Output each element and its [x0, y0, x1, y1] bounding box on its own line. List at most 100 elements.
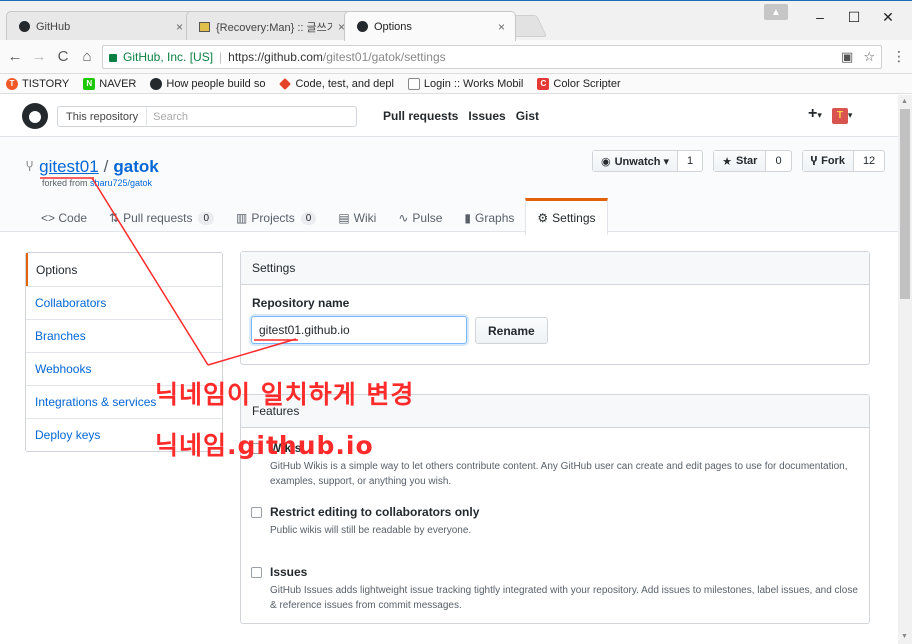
create-new-icon[interactable]: +▾: [808, 105, 822, 123]
tab-close-icon[interactable]: ×: [176, 20, 183, 34]
github-icon: [357, 21, 368, 32]
github-header: This repository Search Pull requests Iss…: [0, 95, 898, 137]
star-button[interactable]: ★ Star 0: [713, 150, 792, 172]
tab-wiki[interactable]: ▤ Wiki: [327, 204, 387, 232]
tab-code[interactable]: <> Code: [30, 204, 98, 232]
fork-count[interactable]: 12: [852, 151, 884, 171]
tab-settings[interactable]: ⚙ Settings: [525, 198, 608, 235]
watch-button[interactable]: ◉ Unwatch ▾ 1: [592, 150, 704, 172]
restrict-editing-checkbox[interactable]: [251, 506, 262, 518]
page-viewport: This repository Search Pull requests Iss…: [0, 95, 898, 644]
issues-checkbox[interactable]: [251, 566, 262, 578]
repo-owner-link[interactable]: gitest01: [39, 157, 99, 177]
home-icon[interactable]: ⌂: [78, 48, 96, 66]
bookmark-color-scripter[interactable]: C Color Scripter: [537, 77, 621, 90]
settings-heading: Settings: [241, 252, 869, 285]
annotation-text-2: 닉네임.github.io: [155, 431, 374, 460]
browser-tab-recovery[interactable]: {Recovery:Man} :: 글쓰기 ×: [186, 11, 356, 41]
bookmarks-bar: T TISTORY N NAVER How people build so Co…: [0, 74, 912, 94]
github-icon: [19, 21, 30, 32]
feature-restrict-editing: Restrict editing to collaborators only P…: [251, 505, 860, 538]
back-icon[interactable]: ←: [6, 48, 24, 66]
repo-name-label: Repository name: [252, 296, 350, 310]
search-scope: This repository: [58, 107, 148, 126]
page-icon: [407, 77, 420, 90]
repo-name-input[interactable]: [251, 316, 467, 344]
bookmark-naver[interactable]: N NAVER: [83, 77, 137, 90]
page-scrollbar[interactable]: ▲ ▼: [898, 95, 912, 644]
repo-name-link[interactable]: gatok: [113, 157, 158, 177]
feature-title: Restrict editing to collaborators only: [270, 505, 480, 519]
sidebar-item-collaborators[interactable]: Collaborators: [26, 286, 222, 319]
user-menu[interactable]: T ▾: [831, 105, 852, 124]
repo-title: Ⴤ gitest01 / gatok: [26, 157, 159, 177]
browser-tab-github[interactable]: GitHub ×: [6, 11, 194, 41]
feature-title: Issues: [270, 565, 308, 579]
scroll-up-icon[interactable]: ▲: [901, 98, 908, 105]
github-logo-icon[interactable]: [22, 103, 48, 129]
bookmark-label: TISTORY: [22, 77, 70, 90]
tistory-icon: T: [6, 77, 18, 90]
sidebar-item-branches[interactable]: Branches: [26, 319, 222, 352]
watch-label: Unwatch ▾: [614, 155, 670, 168]
bookmark-works-mobile[interactable]: Login :: Works Mobil: [407, 77, 524, 90]
tab-graphs[interactable]: ▮ Graphs: [453, 204, 525, 232]
pulse-icon: ∿: [398, 211, 409, 225]
browser-tab-options[interactable]: Options ×: [344, 11, 516, 41]
close-window-button[interactable]: ✕: [866, 5, 910, 29]
bookmark-label: How people build so: [166, 77, 266, 90]
graph-icon: ▮: [464, 211, 472, 225]
security-label: GitHub, Inc. [US]: [123, 50, 214, 64]
nav-pull-requests[interactable]: Pull requests: [383, 109, 458, 123]
profile-icon[interactable]: ▲: [764, 4, 788, 20]
browser-menu-icon[interactable]: ⋮: [892, 48, 906, 65]
bookmark-gitlab[interactable]: Code, test, and depl: [279, 78, 394, 90]
search-input[interactable]: This repository Search: [57, 106, 357, 127]
star-count[interactable]: 0: [765, 151, 790, 171]
forward-icon[interactable]: →: [30, 48, 48, 66]
scroll-down-icon[interactable]: ▼: [901, 633, 908, 640]
bookmark-label: Login :: Works Mobil: [423, 77, 524, 90]
scroll-thumb[interactable]: [900, 109, 910, 299]
bookmark-label: Color Scripter: [553, 77, 621, 90]
tab-pull-requests[interactable]: ⇅ Pull requests 0: [98, 204, 225, 232]
repo-title-separator: /: [103, 157, 109, 176]
bookmark-github[interactable]: How people build so: [150, 77, 266, 90]
tab-title: GitHub: [36, 20, 71, 33]
annotation-text-1: 닉네임이 일치하게 변경: [155, 380, 415, 409]
github-icon: [150, 77, 163, 90]
avatar: T: [831, 107, 848, 124]
feature-description: Public wikis will still be readable by e…: [270, 525, 472, 536]
feature-issues: Issues GitHub Issues adds lightweight is…: [251, 565, 860, 613]
tab-title: {Recovery:Man} :: 글쓰기: [216, 21, 332, 34]
forked-from-link[interactable]: sharu725/gatok: [90, 178, 152, 188]
tab-label: Pulse: [412, 211, 443, 225]
watch-count[interactable]: 1: [677, 151, 702, 171]
tab-label: Projects: [251, 211, 295, 225]
translate-icon[interactable]: ▣: [841, 49, 853, 65]
fork-button[interactable]: Ⴤ Fork 12: [801, 150, 886, 172]
settings-panel: Settings Repository name Rename: [240, 251, 870, 365]
reload-icon[interactable]: C: [54, 48, 72, 66]
repo-tabs: <> Code ⇅ Pull requests 0 ▥ Projects 0 ▤…: [30, 198, 608, 235]
bookmark-star-icon[interactable]: ☆: [863, 49, 875, 65]
tab-label: Wiki: [353, 211, 377, 225]
naver-icon: N: [83, 77, 96, 90]
address-bar[interactable]: GitHub, Inc. [US] | https://github.com /…: [102, 45, 882, 69]
forked-from-note: forked from sharu725/gatok: [42, 178, 152, 188]
sidebar-item-options[interactable]: Options: [26, 253, 222, 286]
tab-pulse[interactable]: ∿ Pulse: [387, 204, 453, 232]
bookmark-label: NAVER: [99, 77, 137, 90]
tab-projects[interactable]: ▥ Projects 0: [225, 204, 327, 232]
rename-button[interactable]: Rename: [475, 317, 548, 344]
url-host: https://github.com: [228, 50, 323, 64]
color-scripter-icon: C: [537, 77, 550, 90]
tab-close-icon[interactable]: ×: [498, 20, 505, 34]
nav-gist[interactable]: Gist: [516, 109, 539, 123]
tab-counter: 0: [198, 211, 215, 225]
bookmark-tistory[interactable]: T TISTORY: [6, 77, 70, 90]
page-icon: [199, 21, 210, 32]
nav-issues[interactable]: Issues: [468, 109, 505, 123]
tab-label: Settings: [552, 211, 596, 225]
url-path: /gitest01/gatok/settings: [322, 50, 446, 64]
